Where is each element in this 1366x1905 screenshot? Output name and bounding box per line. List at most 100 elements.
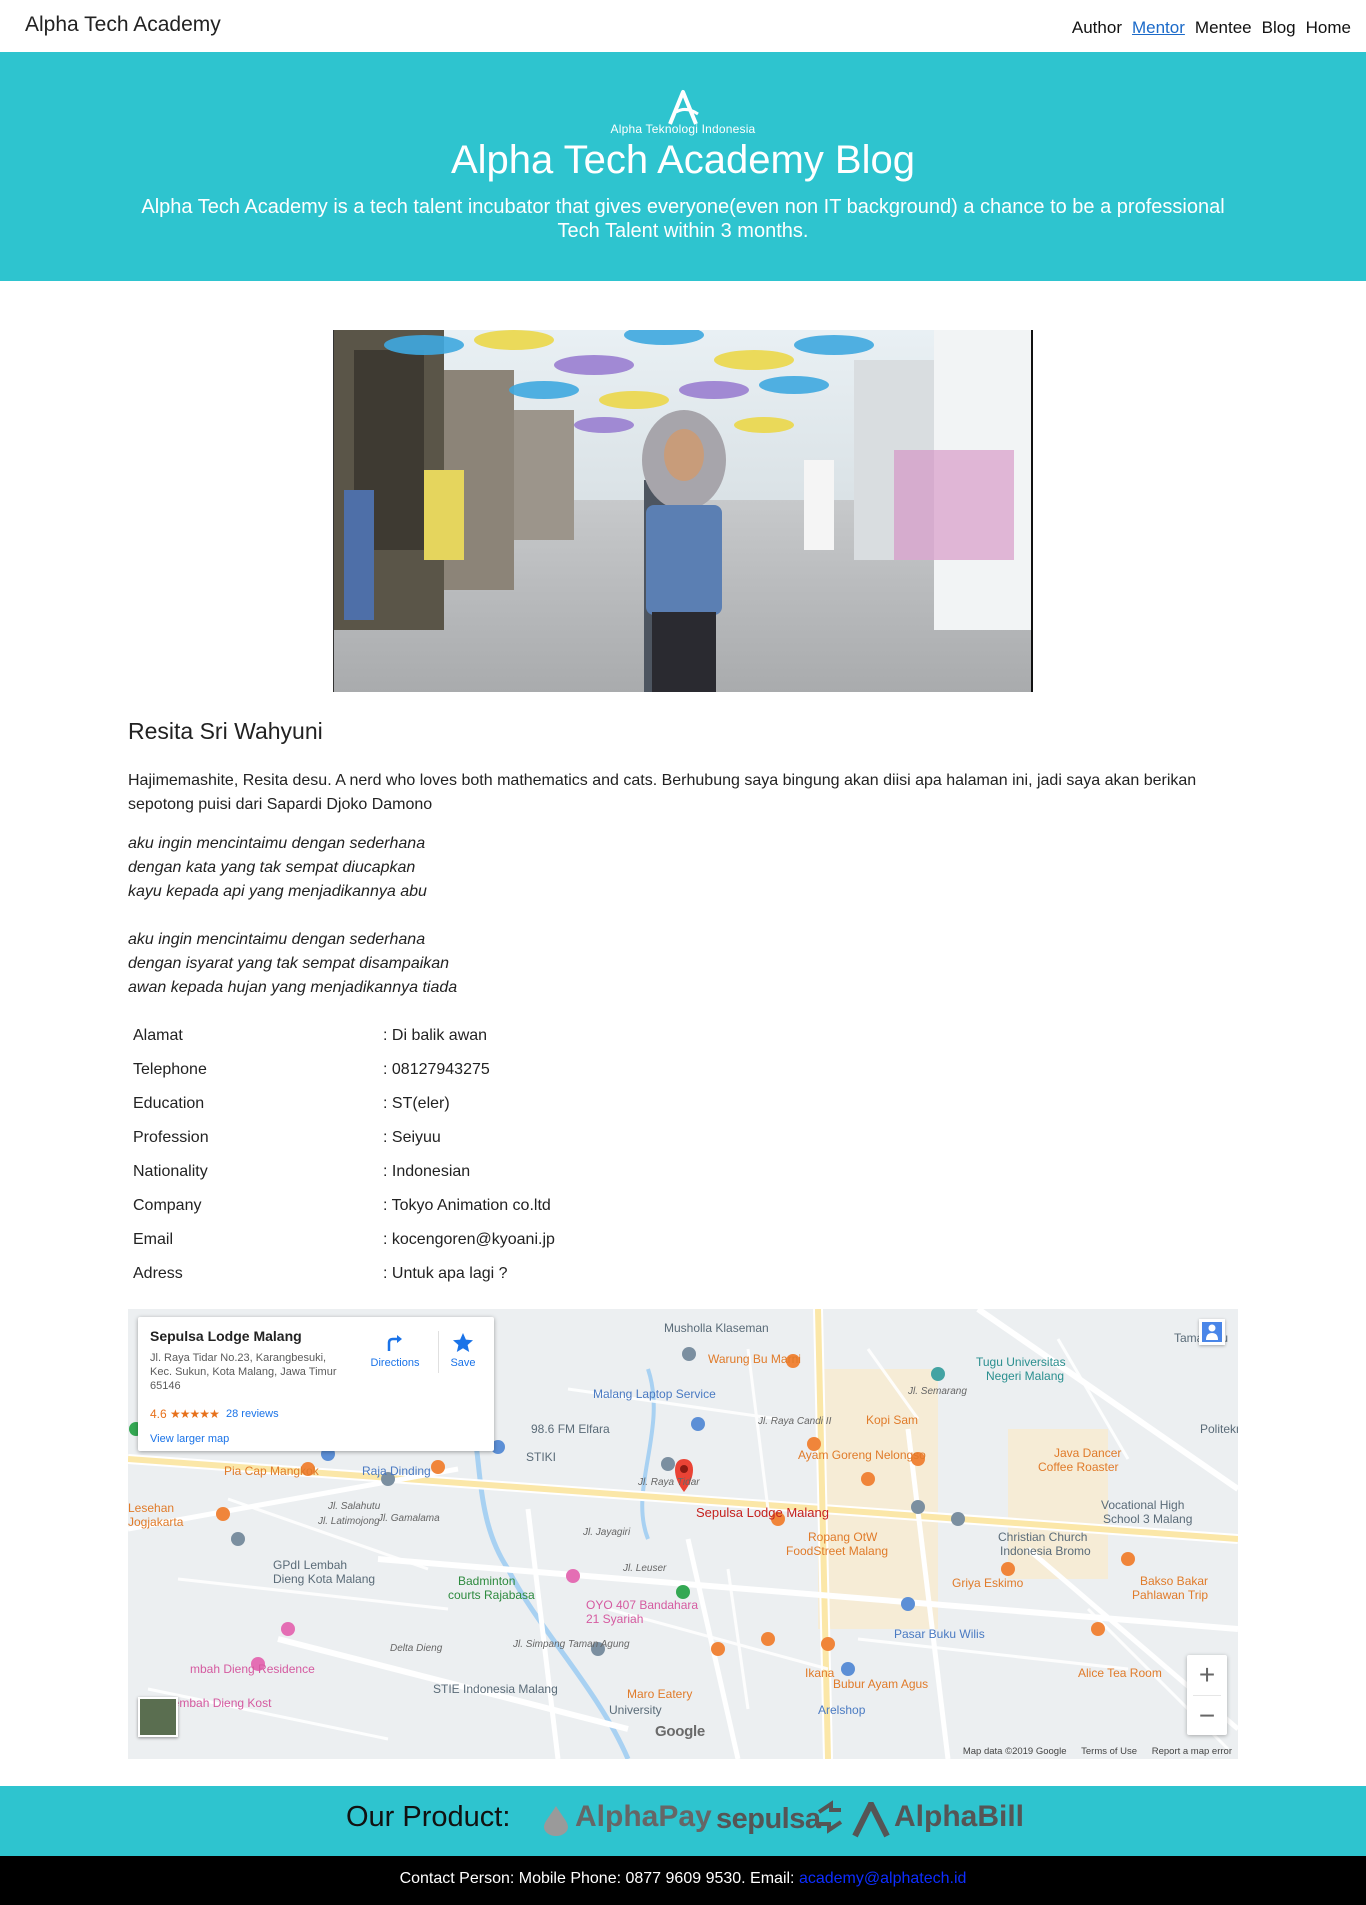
svg-text:Bubur Ayam Agus: Bubur Ayam Agus xyxy=(833,1677,928,1691)
sepulsa-arrows-icon xyxy=(817,1800,843,1834)
hero-subtitle: Alpha Tech Academy is a tech talent incu… xyxy=(141,196,1225,242)
svg-text:Lembah Dieng Kost: Lembah Dieng Kost xyxy=(166,1696,272,1710)
svg-text:Jl. Semarang: Jl. Semarang xyxy=(907,1386,967,1397)
svg-text:Dieng Kota Malang: Dieng Kota Malang xyxy=(273,1572,375,1586)
svg-text:Pia Cap Mangkok: Pia Cap Mangkok xyxy=(224,1464,320,1478)
svg-text:Badminton: Badminton xyxy=(458,1574,515,1588)
svg-text:Griya Eskimo: Griya Eskimo xyxy=(952,1576,1024,1590)
svg-text:Ayam Goreng Nelongso: Ayam Goreng Nelongso xyxy=(798,1448,926,1462)
table-row: Education: ST(eler) xyxy=(128,1087,928,1121)
contact-email-link[interactable]: academy@alphatech.id xyxy=(799,1870,966,1887)
page-title: Alpha Tech Academy Blog xyxy=(450,138,915,182)
poem-line: kayu kepada api yang menjadikannya abu xyxy=(128,883,427,900)
google-map-embed[interactable]: Musholla Klaseman Warung Bu Marni Tugu U… xyxy=(128,1309,1238,1759)
map-footer: Map data ©2019 Google Terms of Use Repor… xyxy=(951,1746,1232,1757)
place-address: Jl. Raya Tidar No.23, Karangbesuki, Kec.… xyxy=(150,1352,337,1392)
directions-icon xyxy=(387,1335,402,1351)
detail-label: Alamat xyxy=(133,1027,183,1044)
svg-text:Jogjakarta: Jogjakarta xyxy=(128,1515,184,1529)
svg-text:Musholla Klaseman: Musholla Klaseman xyxy=(664,1321,769,1335)
svg-text:OYO 407 Bandahara: OYO 407 Bandahara xyxy=(586,1598,698,1612)
svg-text:Kopi Sam: Kopi Sam xyxy=(866,1413,918,1427)
table-row: Company : Tokyo Animation co.ltd xyxy=(128,1189,928,1223)
svg-text:Tugu Universitas: Tugu Universitas xyxy=(976,1355,1066,1369)
zoom-in-button[interactable]: + xyxy=(1187,1655,1227,1695)
detail-value: : Tokyo Animation co.ltd xyxy=(383,1197,551,1214)
svg-text:Vocational High: Vocational High xyxy=(1101,1498,1184,1512)
profile-name: Resita Sri Wahyuni xyxy=(128,718,323,744)
nav-mentee[interactable]: Mentee xyxy=(1195,18,1252,38)
table-row: Adress: Untuk apa lagi ? xyxy=(128,1257,928,1291)
nav-blog[interactable]: Blog xyxy=(1262,18,1296,38)
svg-text:Jl. Latimojong: Jl. Latimojong xyxy=(317,1516,380,1527)
svg-text:Maro Eatery: Maro Eatery xyxy=(627,1687,692,1701)
svg-text:courts Rajabasa: courts Rajabasa xyxy=(448,1588,535,1602)
svg-text:Lesehan: Lesehan xyxy=(128,1501,174,1515)
save-button[interactable]: Save xyxy=(438,1325,488,1369)
nav-author[interactable]: Author xyxy=(1072,18,1122,38)
logo-caption: Alpha Teknologi Indonesia xyxy=(610,122,756,136)
table-row: Alamat : Di balik awan xyxy=(128,1019,928,1053)
svg-text:Java Dancer: Java Dancer xyxy=(1054,1446,1121,1460)
detail-label: Email xyxy=(133,1231,174,1248)
street-view-pegman-icon[interactable] xyxy=(1199,1319,1225,1345)
product-label: Our Product: xyxy=(346,1801,511,1833)
detail-value: : 08127943275 xyxy=(383,1061,490,1078)
reviews-link[interactable]: 28 reviews xyxy=(226,1408,279,1420)
hero-banner: Alpha Teknologi Indonesia Alpha Tech Aca… xyxy=(0,52,1366,281)
view-larger-map-link[interactable]: View larger map xyxy=(150,1433,229,1445)
profile-details-table: Alamat : Di balik awan Telephone : 0812794… xyxy=(128,1019,928,1291)
poem-line: awan kepada hujan yang menjadikannya tia… xyxy=(128,979,458,996)
svg-text:Warung Bu Marni: Warung Bu Marni xyxy=(708,1352,801,1366)
detail-value: : Seiyuu xyxy=(383,1129,441,1146)
detail-label: Company xyxy=(133,1197,202,1214)
svg-text:Delta Dieng: Delta Dieng xyxy=(390,1643,443,1654)
svg-text:Bakso Bakar: Bakso Bakar xyxy=(1140,1574,1208,1588)
poem-line: aku ingin mencintaimu dengan sederhana xyxy=(128,931,426,948)
svg-text:Malang Laptop Service: Malang Laptop Service xyxy=(593,1387,716,1401)
directions-button[interactable]: Directions xyxy=(360,1325,430,1369)
detail-label: Nationality xyxy=(133,1163,208,1180)
svg-text:Christian Church: Christian Church xyxy=(998,1530,1087,1544)
satellite-toggle[interactable] xyxy=(138,1697,178,1737)
svg-text:Ropang OtW: Ropang OtW xyxy=(808,1530,878,1544)
alphapay-logo[interactable]: AlphaPay xyxy=(575,1800,712,1834)
table-row: Email : kocengoren@kyoani.jp xyxy=(128,1223,928,1257)
svg-text:University: University xyxy=(609,1703,662,1717)
table-row: Telephone : 08127943275 xyxy=(128,1053,928,1087)
report-map-error-link[interactable]: Report a map error xyxy=(1152,1746,1232,1757)
directions-label: Directions xyxy=(370,1357,420,1369)
alphabill-a-icon xyxy=(852,1802,890,1838)
save-label: Save xyxy=(450,1357,476,1369)
nav-mentor[interactable]: Mentor xyxy=(1132,18,1185,38)
detail-value: : Indonesian xyxy=(383,1163,471,1180)
nav-home[interactable]: Home xyxy=(1306,18,1351,38)
svg-text:Indonesia Bromo: Indonesia Bromo xyxy=(1000,1544,1091,1558)
poem-stanza-1: aku ingin mencintaimu dengan sederhana d… xyxy=(128,832,427,904)
map-pin-label[interactable]: Sepulsa Lodge Malang xyxy=(696,1505,829,1520)
sepulsa-logo[interactable]: sepulsa xyxy=(716,1803,821,1836)
contact-text: Contact Person: Mobile Phone: 0877 9609 … xyxy=(399,1870,799,1887)
detail-label: Telephone xyxy=(133,1061,207,1078)
place-rating: 4.6 ★★★★★ xyxy=(150,1407,220,1421)
svg-text:Jl. Salahutu: Jl. Salahutu xyxy=(327,1501,381,1512)
product-bar: Our Product: AlphaPay sepulsa AlphaBill xyxy=(0,1786,1366,1856)
map-place-card: Sepulsa Lodge Malang Jl. Raya Tidar No.2… xyxy=(138,1317,494,1451)
svg-text:Pasar Buku Wilis: Pasar Buku Wilis xyxy=(894,1627,985,1641)
svg-text:Coffee Roaster: Coffee Roaster xyxy=(1038,1460,1119,1474)
svg-text:Jl. Jayagiri: Jl. Jayagiri xyxy=(582,1527,631,1538)
svg-text:STIE Indonesia Malang: STIE Indonesia Malang xyxy=(433,1682,558,1696)
detail-value: : kocengoren@kyoani.jp xyxy=(383,1231,555,1248)
poem-line: dengan kata yang tak sempat diucapkan xyxy=(128,859,416,876)
zoom-out-button[interactable]: − xyxy=(1187,1696,1227,1736)
svg-text:21 Syariah: 21 Syariah xyxy=(586,1612,643,1626)
svg-text:FoodStreet Malang: FoodStreet Malang xyxy=(786,1544,888,1558)
detail-label: Profession xyxy=(133,1129,209,1146)
poem-line: aku ingin mencintaimu dengan sederhana xyxy=(128,835,426,852)
navbar-brand[interactable]: Alpha Tech Academy xyxy=(25,13,221,37)
detail-value: : Di balik awan xyxy=(383,1027,488,1044)
terms-of-use-link[interactable]: Terms of Use xyxy=(1081,1746,1137,1757)
alphabill-logo[interactable]: AlphaBill xyxy=(894,1800,1024,1834)
svg-text:Jl. Raya Tidar: Jl. Raya Tidar xyxy=(637,1477,700,1488)
detail-value: : Untuk apa lagi ? xyxy=(383,1265,508,1282)
